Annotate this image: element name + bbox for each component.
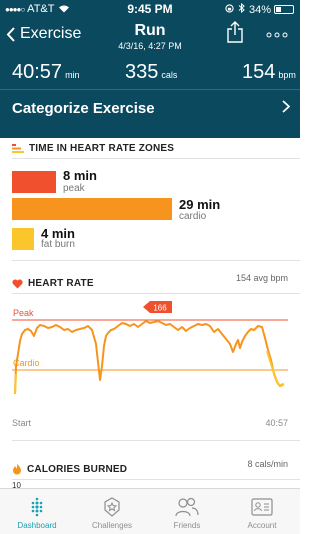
tab-friends-label: Friends [173, 521, 201, 530]
cardio-line-label: Cardio [13, 358, 40, 368]
categorize-label: Categorize Exercise [12, 100, 155, 117]
summary-stats: 40:57 min 335 cals 154 bpm [0, 55, 300, 87]
heart-icon [12, 278, 23, 288]
max-marker-text: 166 [153, 304, 167, 313]
categorize-exercise-button[interactable]: Categorize Exercise [0, 90, 300, 126]
status-right: 34% [221, 2, 294, 16]
fat-burn-trace-start [14, 373, 17, 395]
lock-rotation-icon [225, 3, 234, 16]
duration-stat: 40:57 min [12, 61, 80, 84]
back-button[interactable]: Exercise [6, 25, 81, 43]
tab-dashboard[interactable]: Dashboard [7, 489, 67, 534]
account-icon [251, 496, 273, 518]
share-icon [227, 21, 243, 43]
status-bar: ●●●●○ AT&T 9:45 PM 34% [0, 0, 300, 18]
more-icon [266, 32, 288, 38]
dashboard-icon [29, 496, 45, 518]
tab-dashboard-label: Dashboard [17, 521, 57, 530]
wifi-icon [58, 4, 70, 15]
duration-value: 40:57 [12, 61, 63, 83]
flame-icon [13, 463, 21, 475]
cardio-zone-bar [12, 198, 172, 220]
heart-rate-value: 154 [242, 61, 276, 83]
battery-percent: 34% [248, 3, 271, 16]
heart-rate-graph: 166 [12, 301, 288, 395]
zones-title: TIME IN HEART RATE ZONES [29, 143, 175, 154]
calories-title: CALORIES BURNED [27, 463, 128, 475]
fat-burn-zone-name: fat burn [41, 239, 75, 250]
tab-account[interactable]: Account [232, 489, 292, 534]
heart-rate-divider [12, 293, 300, 294]
chart-bottom-divider [12, 440, 300, 441]
back-label: Exercise [20, 25, 82, 42]
heart-rate-section-title: HEART RATE [12, 278, 94, 289]
peak-zone-bar [12, 171, 56, 193]
zones-section-title: TIME IN HEART RATE ZONES [12, 143, 174, 154]
friends-icon [174, 496, 200, 518]
heart-rate-title: HEART RATE [28, 278, 94, 289]
tab-friends[interactable]: Friends [157, 489, 217, 534]
peak-zone-name: peak [63, 183, 85, 194]
chevron-right-icon [282, 100, 291, 118]
signal-icon: ●●●●○ [5, 4, 25, 14]
zones-bottom-divider [12, 260, 300, 261]
chart-start-label: Start [12, 418, 32, 428]
heart-rate-stat: 154 bpm [242, 61, 296, 84]
calories-value: 335 [125, 61, 159, 83]
heart-rate-average: 154 avg bpm [235, 273, 288, 283]
carrier-name: AT&T [27, 3, 55, 15]
zones-icon [12, 144, 24, 153]
peak-line-label: Peak [13, 308, 34, 318]
peak-zone-value: 8 min [63, 168, 97, 183]
calories-rate: 8 cals/min [247, 459, 288, 469]
calories-section-title: CALORIES BURNED [12, 463, 127, 475]
more-options-button[interactable] [266, 25, 288, 41]
zones-divider [12, 158, 300, 159]
tab-challenges-label: Challenges [91, 521, 133, 530]
cardio-zone-value: 29 min [179, 197, 221, 212]
heart-rate-unit: bpm [278, 70, 296, 80]
cardio-zone-name: cardio [179, 211, 207, 222]
tab-account-label: Account [247, 521, 277, 530]
calories-divider [12, 479, 300, 480]
calories-stat: 335 cals [125, 61, 177, 84]
heart-rate-trace [14, 320, 284, 395]
heart-rate-chart[interactable]: 166 Peak Cardio Start 40:57 [0, 296, 300, 428]
fat-burn-zone-bar [12, 228, 34, 250]
tab-challenges[interactable]: Challenges [82, 489, 142, 534]
battery-icon [274, 5, 294, 14]
chevron-left-icon [6, 26, 15, 42]
max-heart-rate-marker: 166 [143, 301, 172, 313]
header: ●●●●○ AT&T 9:45 PM 34% Exercise Run 4/3/… [0, 0, 300, 138]
share-button[interactable] [226, 21, 244, 48]
calories-unit: cals [161, 70, 178, 80]
bluetooth-icon [238, 2, 245, 16]
duration-unit: min [65, 70, 80, 80]
nav-bar: Exercise Run 4/3/16, 4:27 PM [0, 18, 300, 52]
tab-bar: Dashboard Challenges Friends Account [0, 488, 300, 534]
carrier-info: ●●●●○ AT&T [5, 3, 70, 15]
chart-end-label: 40:57 [265, 418, 288, 428]
challenges-icon [103, 496, 121, 518]
